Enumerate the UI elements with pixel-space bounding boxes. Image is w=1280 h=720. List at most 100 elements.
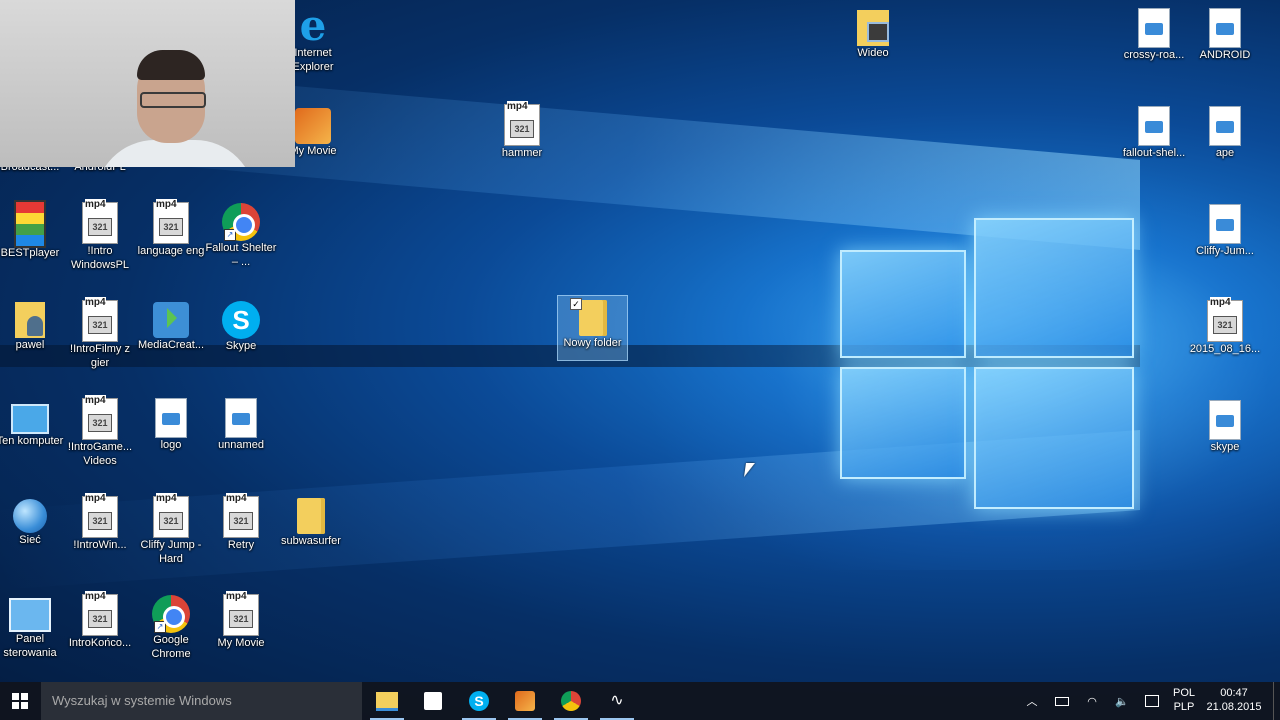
clock[interactable]: 00:47 21.08.2015 (1202, 686, 1266, 714)
desktop-icon-label: BESTplayer (0, 247, 60, 259)
start-button[interactable] (0, 682, 40, 720)
windows-logo-pane-br (974, 367, 1134, 509)
desktop-icon-label: My Movie (217, 637, 265, 649)
desktop-icon-unnamed[interactable]: unnamed (204, 396, 278, 452)
desktop-icon-retry[interactable]: mp4 321 Retry (204, 493, 278, 552)
language-code: POL (1172, 687, 1195, 699)
taskbar-chrome[interactable] (548, 686, 594, 720)
desktop-icon-label: MediaCreat... (137, 339, 205, 351)
taskbar: Wyszukaj w systemie Windows S ∿ ︿ ◠ 🔈 PO… (0, 682, 1280, 720)
windows-logo-pane-tl (840, 250, 966, 358)
desktop-icon-label: IntroKońco... (68, 637, 132, 649)
desktop-icon-label: logo (160, 439, 182, 451)
image-file-icon (155, 398, 187, 438)
desktop-icon-label: fallout-shel... (1122, 147, 1186, 159)
desktop-icon-label: Google Chrome (151, 634, 191, 660)
taskbar-media-player[interactable]: ∿ (594, 686, 640, 720)
search-box[interactable]: Wyszukaj w systemie Windows (41, 682, 362, 720)
shortcut-arrow-icon: ↗ (154, 621, 166, 633)
user-folder-icon (15, 302, 45, 338)
desktop-icon-mediacreat[interactable]: MediaCreat... (134, 298, 208, 352)
desktop-icon-label: !IntroFilmy z gier (70, 343, 130, 369)
desktop-icon-ten-komputer[interactable]: Ten komputer (0, 396, 67, 448)
taskbar-file-explorer[interactable] (364, 686, 410, 720)
desktop-icon-label: Cliffy-Jum... (1196, 245, 1254, 257)
desktop-icon-label: Retry (227, 539, 255, 551)
mp4-icon: mp4 321 (1207, 297, 1243, 342)
desktop-icon-ape[interactable]: ape (1188, 104, 1262, 160)
input-language-indicator[interactable]: POL PLP (1170, 686, 1198, 714)
image-file-icon (1209, 8, 1241, 48)
control-panel-icon (9, 598, 51, 632)
desktop-icon-skype[interactable]: S Skype (204, 298, 278, 353)
chrome-icon (561, 691, 581, 711)
desktop-icon-skype-image[interactable]: skype (1188, 398, 1262, 454)
webcam-person-body (95, 140, 255, 167)
battery-indicator[interactable] (1050, 682, 1074, 720)
desktop-icon-subwasurfer[interactable]: subwasurfer (274, 494, 348, 548)
desktop-icon-wideo[interactable]: Wideo (836, 6, 910, 60)
network-icon (13, 499, 47, 533)
windows-logo-icon (12, 693, 28, 709)
desktop-icon-2015-08-16[interactable]: mp4 321 2015_08_16... (1188, 297, 1262, 356)
desktop-icon-label: unnamed (218, 439, 264, 451)
desktop-icon-cliffy-hard[interactable]: mp4 321 Cliffy Jump - Hard (134, 493, 208, 566)
battery-icon (1055, 696, 1069, 706)
desktop-icon-intro-win[interactable]: mp4 321 !IntroWin... (63, 493, 137, 552)
desktop-icon-intro-filmy[interactable]: mp4 321 !IntroFilmy z gier (63, 297, 137, 370)
desktop-icon-crossy[interactable]: crossy-roa... (1117, 6, 1191, 62)
desktop-icon-panel-sterowania[interactable]: Panel sterowania (0, 592, 67, 660)
network-indicator[interactable]: ◠ (1080, 682, 1104, 720)
bestplayer-icon (14, 200, 46, 248)
desktop-icon-language[interactable]: mp4 321 language eng (134, 199, 208, 258)
taskbar-store[interactable] (410, 686, 456, 716)
desktop-icon-my-movie[interactable]: mp4 321 My Movie (204, 591, 278, 650)
desktop-icon-intro-windows[interactable]: mp4 321 !Intro WindowsPL (63, 199, 137, 272)
desktop-icon-bestplayer[interactable]: BESTplayer (0, 200, 67, 260)
desktop-icon-intro-konco[interactable]: mp4 321 IntroKońco... (63, 591, 137, 650)
mp4-icon: mp4 321 (153, 493, 189, 538)
desktop-icon-cliffy-jum[interactable]: Cliffy-Jum... (1188, 202, 1262, 258)
desktop-icon-label: hammer (501, 147, 543, 159)
desktop-icon-fallout-shel[interactable]: fallout-shel... (1117, 104, 1191, 160)
desktop-icon-fallout-shelter[interactable]: ↗ Fallout Shelter – ... (204, 200, 278, 269)
desktop-icon-label: Skype (225, 340, 257, 352)
desktop-icon-logo[interactable]: logo (134, 396, 208, 452)
chrome-icon: ↗ (222, 203, 260, 241)
desktop-icon-intro-game[interactable]: mp4 321 !IntroGame... Videos (63, 395, 137, 468)
desktop-icon-label: language eng (137, 245, 205, 257)
mp4-icon: mp4 321 (82, 395, 118, 440)
webcam-person-hair (137, 50, 205, 80)
shortcut-arrow-icon: ↗ (224, 229, 236, 241)
mp4-icon: mp4 321 (82, 493, 118, 538)
image-file-icon (1138, 8, 1170, 48)
speaker-icon: 🔈 (1115, 695, 1129, 708)
desktop-icon-android[interactable]: ANDROID (1188, 6, 1262, 62)
show-hidden-icons-button[interactable]: ︿ (1020, 682, 1044, 720)
mp4-icon: mp4 321 (82, 199, 118, 244)
taskbar-movie-maker[interactable] (502, 686, 548, 720)
desktop-icon-label: ape (1215, 147, 1235, 159)
mp4-icon: mp4 321 (82, 591, 118, 636)
show-desktop-button[interactable] (1273, 682, 1280, 720)
movie-maker-icon (295, 108, 331, 144)
taskbar-skype[interactable]: S (456, 686, 502, 720)
desktop-icon-google-chrome[interactable]: ↗ Google Chrome (134, 592, 208, 661)
volume-indicator[interactable]: 🔈 (1110, 682, 1134, 720)
desktop-icon-pawel[interactable]: pawel (0, 298, 67, 352)
action-center-button[interactable] (1140, 682, 1164, 720)
mp4-icon: mp4 321 (223, 591, 259, 636)
desktop-icon-label: Ten komputer (0, 435, 64, 447)
desktop-icon-nowy-folder[interactable]: ✓ Nowy folder (557, 295, 628, 361)
selection-checkbox-icon[interactable]: ✓ (570, 298, 582, 310)
desktop-icon-hammer[interactable]: mp4 321 hammer (485, 101, 559, 160)
desktop-icon-siec[interactable]: Sieć (0, 494, 67, 547)
desktop-icon-label: 2015_08_16... (1189, 343, 1261, 355)
webcam-person-glasses (140, 92, 206, 108)
image-file-icon (1138, 106, 1170, 146)
desktop-icon-label: subwasurfer (281, 535, 341, 547)
chevron-up-icon: ︿ (1026, 696, 1038, 708)
internet-explorer-icon: e (299, 1, 327, 50)
skype-icon: S (469, 691, 489, 711)
clock-date: 21.08.2015 (1206, 701, 1262, 713)
